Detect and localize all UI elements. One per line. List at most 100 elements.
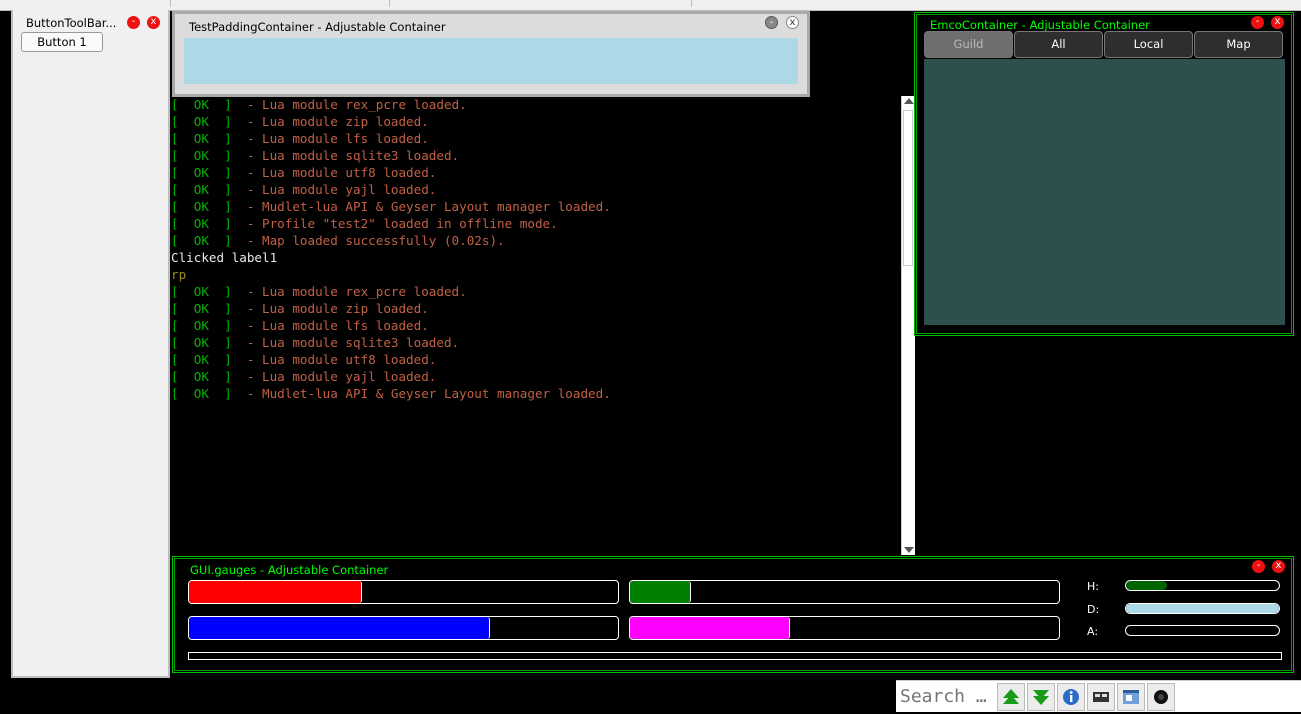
- console-msg-text: - Lua module rex_pcre loaded.: [231, 97, 467, 112]
- tab-separator: [170, 0, 171, 7]
- network-icon[interactable]: [1087, 683, 1115, 711]
- console-ok-text: [ OK ]: [171, 182, 232, 197]
- search-input[interactable]: [896, 683, 996, 711]
- main-console[interactable]: [ OK ] - Lua module rex_pcre loaded.[ OK…: [171, 96, 901, 556]
- gauge-d-fill: [1126, 604, 1279, 613]
- gauge-fill: [189, 581, 362, 603]
- scroll-up-icon[interactable]: [904, 98, 914, 104]
- scrollbar-thumb[interactable]: [903, 110, 913, 266]
- gauge-red: [188, 580, 619, 604]
- console-ok-text: [ OK ]: [171, 335, 232, 350]
- gauge-fill: [630, 581, 692, 603]
- gauges-close-button[interactable]: x: [1272, 560, 1285, 573]
- tab-separator: [389, 0, 390, 7]
- console-ok-text: [ OK ]: [171, 301, 232, 316]
- emco-minimize-button[interactable]: -: [1251, 16, 1264, 29]
- emco-container: EmcoContainer - Adjustable Container - x…: [914, 12, 1294, 336]
- arrow-up-icon[interactable]: [997, 683, 1025, 711]
- emco-container-title: EmcoContainer - Adjustable Container: [930, 18, 1150, 32]
- emco-console-body[interactable]: [924, 59, 1285, 325]
- gauge-d: [1125, 603, 1280, 614]
- console-msg-text: - Mudlet-lua API & Geyser Layout manager…: [231, 199, 611, 214]
- console-msg-text: - Lua module zip loaded.: [231, 114, 429, 129]
- button-toolbar: ButtonToolBar... - x Button 1: [11, 10, 170, 678]
- console-ok-text: [ OK ]: [171, 216, 232, 231]
- gauge-wide: [188, 652, 1282, 660]
- console-ok-text: [ OK ]: [171, 233, 232, 248]
- padding-container: TestPaddingContainer - Adjustable Contai…: [172, 11, 810, 97]
- console-msg-text: - Lua module lfs loaded.: [231, 131, 429, 146]
- console-ok-text: [ OK ]: [171, 114, 232, 129]
- map-window-icon[interactable]: [1117, 683, 1145, 711]
- button-1[interactable]: Button 1: [21, 32, 103, 52]
- console-line: [ OK ] - Profile "test2" loaded in offli…: [171, 215, 901, 232]
- console-line: [ OK ] - Lua module utf8 loaded.: [171, 164, 901, 181]
- console-ok-text: [ OK ]: [171, 199, 232, 214]
- console-line: [ OK ] - Lua module lfs loaded.: [171, 317, 901, 334]
- console-ok-text: [ OK ]: [171, 165, 232, 180]
- gauge-label-d: D:: [1087, 603, 1100, 616]
- tab-map[interactable]: Map: [1194, 31, 1283, 58]
- gauge-h-fill: [1126, 581, 1168, 590]
- console-ok-text: [ OK ]: [171, 369, 232, 384]
- console-ok-text: [ OK ]: [171, 318, 232, 333]
- console-line: [ OK ] - Lua module zip loaded.: [171, 113, 901, 130]
- gauge-label-a: A:: [1087, 625, 1099, 638]
- padding-minimize-button[interactable]: -: [765, 16, 778, 29]
- console-line: [ OK ] - Mudlet-lua API & Geyser Layout …: [171, 385, 901, 402]
- console-msg-text: - Mudlet-lua API & Geyser Layout manager…: [231, 386, 611, 401]
- gauge-fill: [630, 617, 790, 639]
- arrow-down-icon[interactable]: [1027, 683, 1055, 711]
- gauges-minimize-button[interactable]: -: [1252, 560, 1265, 573]
- tab-separator: [691, 0, 692, 7]
- console-ok-text: [ OK ]: [171, 97, 232, 112]
- console-scrollbar[interactable]: [901, 96, 915, 555]
- toolbar-minimize-button[interactable]: -: [127, 16, 140, 29]
- toolbar-close-button[interactable]: x: [147, 16, 160, 29]
- gauges-container: GUI.gauges - Adjustable Container - x H:…: [172, 556, 1294, 673]
- mudlet-icon[interactable]: [1147, 683, 1175, 711]
- padding-container-body: [184, 38, 798, 84]
- console-ok-text: [ OK ]: [171, 284, 232, 299]
- console-msg-text: - Lua module utf8 loaded.: [231, 352, 437, 367]
- console-msg-text: - Lua module lfs loaded.: [231, 318, 429, 333]
- gauge-green: [629, 580, 1060, 604]
- console-line: [ OK ] - Lua module utf8 loaded.: [171, 351, 901, 368]
- console-ok-text: [ OK ]: [171, 148, 232, 163]
- console-plain-text: Clicked label1: [171, 250, 278, 265]
- console-line: rp: [171, 266, 901, 283]
- console-msg-text: - Lua module zip loaded.: [231, 301, 429, 316]
- gauge-label-h: H:: [1087, 580, 1099, 593]
- console-msg-text: - Lua module yajl loaded.: [231, 182, 437, 197]
- console-line: [ OK ] - Lua module yajl loaded.: [171, 181, 901, 198]
- console-msg-text: - Map loaded successfully (0.02s).: [231, 233, 505, 248]
- console-ok-text: [ OK ]: [171, 131, 232, 146]
- bottom-toolbar: [896, 680, 1301, 712]
- tab-all[interactable]: All: [1014, 31, 1103, 58]
- console-msg-text: - Lua module yajl loaded.: [231, 369, 437, 384]
- console-line: [ OK ] - Lua module rex_pcre loaded.: [171, 283, 901, 300]
- console-line: [ OK ] - Lua module rex_pcre loaded.: [171, 96, 901, 113]
- console-line: Clicked label1: [171, 249, 901, 266]
- console-msg-text: - Lua module utf8 loaded.: [231, 165, 437, 180]
- console-line: [ OK ] - Lua module yajl loaded.: [171, 368, 901, 385]
- console-msg-text: - Lua module sqlite3 loaded.: [231, 335, 460, 350]
- scroll-down-icon[interactable]: [904, 547, 914, 553]
- gauge-blue: [188, 616, 619, 640]
- tab-local[interactable]: Local: [1104, 31, 1193, 58]
- emco-close-button[interactable]: x: [1271, 16, 1284, 29]
- gauge-magenta: [629, 616, 1060, 640]
- gauge-fill: [189, 617, 491, 639]
- console-line: [ OK ] - Lua module zip loaded.: [171, 300, 901, 317]
- console-msg-text: - Profile "test2" loaded in offline mode…: [231, 216, 558, 231]
- gauge-a: [1125, 625, 1280, 636]
- padding-close-button[interactable]: x: [786, 16, 799, 29]
- profile-tab-strip: [0, 0, 1301, 11]
- console-msg-text: - Lua module rex_pcre loaded.: [231, 284, 467, 299]
- console-line: [ OK ] - Lua module sqlite3 loaded.: [171, 334, 901, 351]
- toolbar-title: ButtonToolBar...: [26, 16, 117, 30]
- console-line: [ OK ] - Map loaded successfully (0.02s)…: [171, 232, 901, 249]
- info-icon[interactable]: [1057, 683, 1085, 711]
- console-ok-text: [ OK ]: [171, 352, 232, 367]
- tab-guild[interactable]: Guild: [924, 31, 1013, 58]
